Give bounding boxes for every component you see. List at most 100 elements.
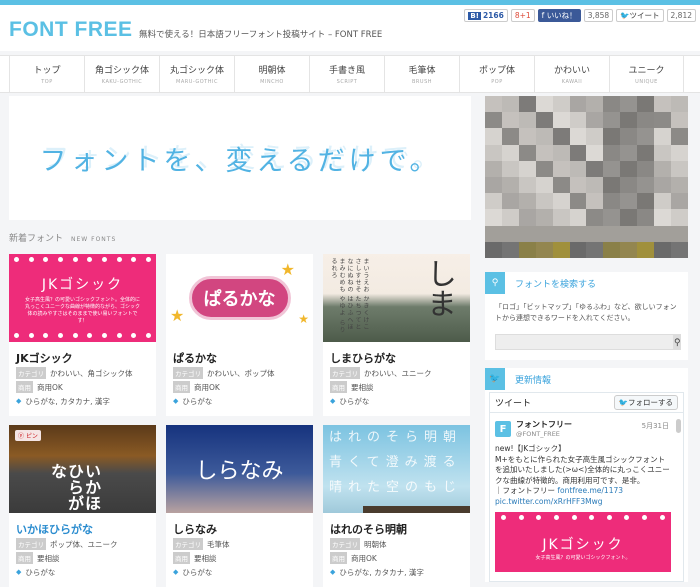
nav-brush[interactable]: 毛筆体 BRUSH	[384, 56, 459, 92]
font-title[interactable]: はれのそら明朝	[330, 521, 470, 536]
font-thumbnail[interactable]: JKゴシック 女子高生風？の可愛いゴシックフォント。全体的に丸っこくユニークな曲…	[9, 254, 156, 342]
commercial-value: 商用OK	[37, 382, 63, 392]
advertisement-image[interactable]	[485, 96, 688, 258]
timeline-scrollbar[interactable]	[676, 419, 681, 433]
ad-pixel	[569, 160, 587, 177]
ad-pixel	[485, 144, 502, 161]
ad-pixel	[637, 177, 655, 194]
search-input[interactable]	[495, 334, 674, 350]
font-title[interactable]: ぱるかな	[173, 350, 313, 365]
font-card[interactable]: ⓟ ピン いかほひらがな いかほひらがな カテゴリ ポップ体、ユニーク 商用 要相談…	[9, 425, 156, 587]
nav-kawaii[interactable]: かわいい KAWAII	[534, 56, 609, 92]
ad-pixel	[620, 209, 638, 226]
tweet-link[interactable]: fontfree.me/1173	[557, 486, 623, 495]
section-heading: 新着フォント NEW FONTS	[9, 231, 471, 247]
twitter-timeline[interactable]: ツイート 🐦フォローする F フォントフリー @FONT_FREE 5月31日 …	[489, 392, 684, 582]
charset-value[interactable]: ひらがな	[339, 396, 369, 407]
nav-script[interactable]: 手書き風 SCRIPT	[309, 56, 384, 92]
twitter-widget-header: 🐦 更新情報	[485, 368, 688, 390]
font-thumbnail[interactable]: はれのそら明朝 青くて澄み渡る 晴れた空のもじ	[323, 425, 470, 513]
ad-pixel	[654, 128, 672, 145]
ad-pixel	[501, 209, 519, 226]
ad-pixel	[586, 112, 604, 129]
nav-unique[interactable]: ユニーク UNIQUE	[609, 56, 684, 92]
follow-button[interactable]: 🐦フォローする	[613, 395, 678, 410]
font-title[interactable]: いかほひらがな	[16, 521, 156, 536]
category-label: カテゴリ	[330, 367, 360, 379]
ad-pixel	[518, 144, 536, 161]
search-widget-header: ⚲ フォントを検索する	[485, 272, 688, 294]
thumbnail-desc: 女子高生風？の可愛いゴシックフォント。全体的に丸っこくユニークな曲線が特徴的なが…	[24, 297, 140, 324]
font-card[interactable]: しらなみ しらなみ カテゴリ 毛筆体 商用 要相談 ◆ ひらがな	[166, 425, 313, 587]
nav-mincho[interactable]: 明朝体 MINCHO	[234, 56, 309, 92]
tweet-text: new!【JKゴシック】 M+をもとに作られた女子高生風ゴシックフォントを追加い…	[495, 444, 671, 507]
nav-sublabel: KAWAII	[561, 79, 583, 85]
font-thumbnail[interactable]: しらなみ	[166, 425, 313, 513]
twitter-widget-title: 更新情報	[515, 375, 552, 386]
nav-top[interactable]: トップ TOP	[9, 56, 84, 92]
font-thumbnail[interactable]: ⓟ ピン いかほひらがな	[9, 425, 156, 513]
nav-maru-gothic[interactable]: 丸ゴシック体 MARU-GOTHIC	[159, 56, 234, 92]
hero-banner[interactable]: フォントを、変えるだけで。	[9, 96, 471, 220]
category-value[interactable]: かわいい、角ゴシック体	[50, 368, 133, 379]
ad-pixel	[586, 241, 604, 258]
tweet-pic-link[interactable]: pic.twitter.com/xRrHFF3Mwg	[495, 497, 671, 508]
search-widget-body: 「ロゴ」「ビットマップ」「ゆるふわ」など、欲しいフォントから連想できるワードを入…	[485, 294, 688, 360]
pinterest-pin-button[interactable]: ⓟ ピン	[15, 430, 41, 441]
font-card[interactable]: まいうえお かきくけこ さしすせそ たちつてと なにぬねの はひふへほ まみむめ…	[323, 254, 470, 416]
hatena-bookmark-button[interactable]: B! 2166	[464, 9, 508, 22]
category-value[interactable]: かわいい、ポップ体	[207, 368, 275, 379]
tweet-line: new!【JKゴシック】	[495, 444, 566, 453]
charset-value[interactable]: ひらがな, カタカナ, 漢字	[339, 567, 424, 578]
ad-pixel	[552, 193, 570, 210]
font-thumbnail[interactable]: まいうえお かきくけこ さしすせそ たちつてと なにぬねの はひふへほ まみむめ…	[323, 254, 470, 342]
ship-silhouette	[363, 506, 470, 513]
ad-pixel	[603, 241, 621, 258]
ad-pixel	[654, 112, 672, 129]
nav-sublabel: KAKU-GOTHIC	[101, 79, 143, 85]
font-card[interactable]: ★ ★ ★ ぱるかな ぱるかな カテゴリ かわいい、ポップ体 商用 商用OK ◆ ひら…	[166, 254, 313, 416]
category-value[interactable]: 毛筆体	[207, 539, 230, 550]
avatar[interactable]: F	[495, 421, 511, 437]
font-title[interactable]: しらなみ	[173, 521, 313, 536]
category-value[interactable]: かわいい、ユニーク	[364, 368, 432, 379]
font-card[interactable]: はれのそら明朝 青くて澄み渡る 晴れた空のもじ はれのそら明朝 カテゴリ 明朝体 …	[323, 425, 470, 587]
tweet-image[interactable]: JKゴシック 女子高生風？の可愛いゴシックフォント。	[495, 512, 671, 572]
tweet-image-desc: 女子高生風？の可愛いゴシックフォント。	[535, 555, 631, 561]
commercial-row: 商用 商用OK	[330, 552, 470, 564]
gplus-button[interactable]: 8+1	[510, 9, 535, 22]
charset-value[interactable]: ひらがな, カタカナ, 漢字	[25, 396, 110, 407]
nav-label: 手書き風	[328, 66, 365, 76]
nav-sublabel: TOP	[41, 79, 53, 85]
charset-value[interactable]: ひらがな	[182, 396, 212, 407]
section-title: 新着フォント	[9, 234, 64, 244]
category-label: カテゴリ	[16, 367, 46, 379]
font-title[interactable]: しまひらがな	[330, 350, 470, 365]
tweet-button[interactable]: 🐦 ツイート	[616, 9, 664, 22]
category-value[interactable]: 明朝体	[364, 539, 387, 550]
charset-value[interactable]: ひらがな	[182, 567, 212, 578]
commercial-value: 要相談	[37, 553, 60, 563]
category-value[interactable]: ポップ体、ユニーク	[50, 539, 118, 550]
font-card[interactable]: JKゴシック 女子高生風？の可愛いゴシックフォント。全体的に丸っこくユニークな曲…	[9, 254, 156, 416]
nav-label: トップ	[33, 66, 61, 76]
facebook-like-button[interactable]: f いいね！	[537, 9, 581, 22]
commercial-value: 商用OK	[194, 382, 220, 392]
ad-pixel	[671, 96, 688, 113]
ad-pixel	[586, 177, 604, 194]
nav-pop[interactable]: ポップ体 POP	[459, 56, 534, 92]
font-thumbnail[interactable]: ★ ★ ★ ぱるかな	[166, 254, 313, 342]
tweet-date[interactable]: 5月31日	[642, 421, 669, 431]
nav-kaku-gothic[interactable]: 角ゴシック体 KAKU-GOTHIC	[84, 56, 159, 92]
search-button[interactable]: ⚲	[674, 334, 681, 350]
category-label: カテゴリ	[16, 538, 46, 550]
nav-sublabel: BRUSH	[412, 79, 432, 85]
facebook-like-label: いいね！	[546, 11, 577, 20]
font-title[interactable]: JKゴシック	[16, 350, 156, 365]
charset-value[interactable]: ひらがな	[25, 567, 55, 578]
site-logo[interactable]: FONT FREE	[9, 18, 133, 42]
tweet-via: ｜フォントフリー fontfree.me/1173	[495, 486, 671, 497]
ad-pixel	[518, 241, 536, 258]
follow-label: フォローする	[628, 398, 673, 407]
tweet-author-handle[interactable]: @FONT_FREE	[516, 430, 671, 438]
